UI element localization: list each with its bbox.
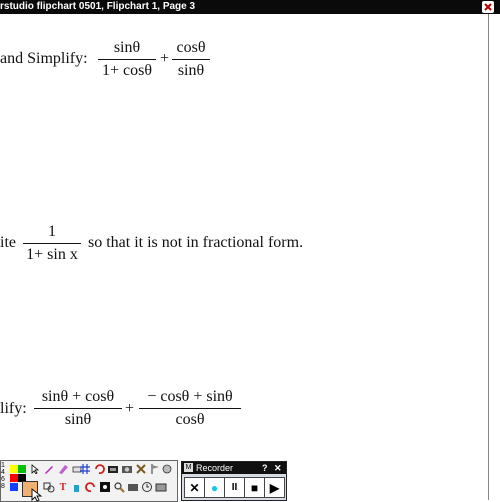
problem3-frac1-numerator: sinθ + cosθ: [41, 388, 115, 405]
flag-icon[interactable]: [149, 463, 161, 475]
recorder-record-button[interactable]: ●: [204, 477, 225, 498]
recorder-panel: M Recorder ? ✕ ✕ ● II ■ ▶: [181, 461, 287, 501]
fraction-bar: [98, 59, 156, 60]
recorder-badge: M: [184, 463, 193, 472]
problem2-prefix: ite: [0, 234, 16, 251]
text-tool-icon[interactable]: T: [57, 481, 69, 493]
title-bar: rstudio flipchart 0501, Flipchart 1, Pag…: [0, 0, 500, 14]
color-swatch-red[interactable]: [10, 474, 18, 482]
problem1-fraction-1: sinθ 1+ cosθ: [98, 39, 156, 80]
width-number[interactable]: 4: [1, 469, 9, 476]
redo-icon[interactable]: [85, 481, 97, 493]
fraction-bar: [172, 59, 210, 60]
width-number[interactable]: 1: [1, 462, 9, 469]
fraction-bar: [23, 243, 81, 244]
problem1-frac2-numerator: cosθ: [176, 39, 206, 56]
pen-icon[interactable]: [43, 463, 55, 475]
select-pointer-icon[interactable]: [29, 463, 41, 475]
recorder-title: Recorder: [196, 463, 234, 473]
undo-icon[interactable]: [93, 463, 105, 475]
recorder-cancel-button[interactable]: ✕: [184, 477, 205, 498]
problem3-fraction-1: sinθ + cosθ sinθ: [34, 388, 122, 429]
mouse-cursor-icon: [31, 488, 43, 502]
fill-bucket-icon[interactable]: [71, 481, 83, 493]
keyboard-icon[interactable]: [155, 481, 167, 493]
magnifier-icon[interactable]: [113, 481, 125, 493]
close-icon[interactable]: [482, 1, 494, 13]
fraction-bar: [34, 408, 122, 409]
problem3-frac2-denominator: cosθ: [175, 411, 205, 428]
color-swatch-green[interactable]: [18, 465, 26, 473]
recorder-titlebar[interactable]: M Recorder ? ✕: [182, 462, 286, 474]
problem1-frac2-denominator: sinθ: [177, 62, 205, 79]
width-number[interactable]: 8: [1, 483, 9, 490]
problem3-frac1-denominator: sinθ: [64, 411, 92, 428]
recorder-help-button[interactable]: ?: [262, 462, 268, 474]
problem3-plus: +: [125, 400, 135, 417]
page-edge: [488, 14, 489, 500]
tools-icon[interactable]: [135, 463, 147, 475]
problem3-text: lify:: [0, 400, 27, 417]
problem1-frac1-denominator: 1+ cosθ: [101, 62, 152, 79]
problem2-suffix: so that it is not in fractional form.: [88, 234, 304, 251]
problem1-frac1-numerator: sinθ: [113, 39, 141, 56]
problem3-frac2-numerator: − cosθ + sinθ: [147, 388, 233, 405]
highlighter-icon[interactable]: [57, 463, 69, 475]
window-title: rstudio flipchart 0501, Flipchart 1, Pag…: [0, 1, 196, 12]
camera-icon[interactable]: [121, 463, 133, 475]
clock-icon[interactable]: [141, 481, 153, 493]
recorder-close-button[interactable]: ✕: [274, 462, 282, 474]
fraction-bar: [139, 408, 241, 409]
problem2-fraction: 1 1+ sin x: [23, 223, 81, 264]
recorder-play-button[interactable]: ▶: [264, 477, 285, 498]
problem3-fraction-2: − cosθ + sinθ cosθ: [139, 388, 241, 429]
problem2-numerator: 1: [48, 223, 56, 240]
problem1-fraction-2: cosθ sinθ: [172, 39, 210, 80]
reveal-icon[interactable]: [127, 481, 139, 493]
screen-capture-icon[interactable]: [107, 463, 119, 475]
spotlight-icon[interactable]: [161, 463, 173, 475]
width-number[interactable]: 6: [1, 476, 9, 483]
main-toolbox: 1 4 6 8 T: [0, 460, 178, 502]
problem2-denominator: 1+ sin x: [26, 246, 78, 263]
color-swatch-yellow[interactable]: [10, 465, 18, 473]
problem1-plus: +: [160, 50, 170, 67]
problem1-text: and Simplify:: [0, 50, 88, 67]
shape-icon[interactable]: [43, 481, 55, 493]
grid-icon[interactable]: [79, 463, 91, 475]
dice-icon[interactable]: [99, 481, 111, 493]
line-width-numbers: 1 4 6 8: [1, 462, 9, 490]
recorder-stop-button[interactable]: ■: [244, 477, 265, 498]
color-swatch-blue[interactable]: [10, 483, 18, 491]
flipchart-page[interactable]: and Simplify: sinθ 1+ cosθ + cosθ sinθ i…: [0, 14, 500, 502]
recorder-pause-button[interactable]: II: [224, 477, 245, 498]
